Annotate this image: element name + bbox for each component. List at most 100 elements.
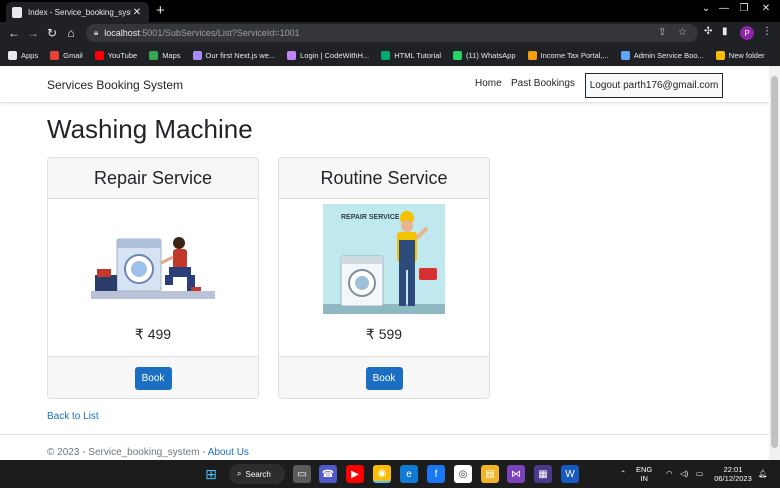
tab-title: Index - Service_booking_system [28, 7, 131, 17]
language-indicator[interactable]: ENG IN [636, 465, 652, 483]
card-footer: Book [48, 356, 258, 398]
new-tab-icon[interactable]: + [156, 3, 165, 18]
lock-icon[interactable]: 🔒︎ [94, 28, 98, 38]
about-us-link[interactable]: About Us [208, 447, 249, 458]
card-price: ₹ 499 [134, 326, 172, 342]
chevron-up-icon[interactable]: ⌃ [620, 469, 626, 478]
card-price: ₹ 599 [365, 326, 403, 342]
logout-button[interactable]: Logout parth176@gmail.com [585, 73, 723, 98]
browser-tab-strip: Index - Service_booking_system ✕ + ⌄ — ❐… [0, 0, 780, 22]
technician-routine-illustration: REPAIR SERVICE [323, 204, 445, 314]
chrome-icon[interactable]: ◉ [373, 465, 391, 483]
bookmark-label: New folder [728, 50, 765, 60]
bookmark-label: Our first Next.js we... [205, 50, 276, 60]
restore-icon[interactable]: ❐ [734, 3, 754, 14]
wifi-icon[interactable]: ◠ [666, 469, 673, 478]
bookmark-label: YouTube [107, 50, 138, 60]
notification-bell-icon[interactable]: 🔔︎ [758, 469, 768, 478]
site-navbar: Services Booking System Home Past Bookin… [0, 66, 769, 103]
bookmark-item[interactable]: YouTube [94, 50, 138, 60]
chevron-down-icon[interactable]: ⌄ [696, 3, 716, 14]
bookmark-item[interactable]: Gmail [50, 50, 83, 60]
page-footer: © 2023 - Service_booking_system - About … [47, 447, 249, 458]
repair-service-image [48, 199, 258, 319]
bookmark-item[interactable]: Admin Service Boo... [620, 50, 704, 60]
youtube-icon [94, 50, 104, 60]
gmail-icon [50, 50, 60, 60]
bookmark-item[interactable]: HTML Tutorial [381, 50, 442, 60]
page-viewport: Services Booking System Home Past Bookin… [0, 66, 769, 460]
page-favicon-icon [12, 6, 22, 18]
bookmarks-bar: Apps Gmail YouTube Maps Our first Next.js we… [0, 44, 780, 66]
taskbar-search-label: Search [245, 469, 271, 479]
book-button[interactable]: Book [134, 367, 172, 390]
apps-grid-icon [8, 50, 17, 60]
browser-tab[interactable]: Index - Service_booking_system ✕ [6, 2, 149, 22]
book-button[interactable]: Book [365, 367, 403, 390]
bookmark-label: Apps [21, 50, 39, 60]
back-to-list-link[interactable]: Back to List [47, 411, 99, 422]
volume-icon[interactable]: ◁) [680, 469, 688, 478]
extensions-icon[interactable]: ✣ [704, 26, 712, 37]
menu-icon[interactable]: ⋮ [762, 26, 772, 37]
bookmark-label: Admin Service Boo... [633, 50, 704, 60]
address-bar[interactable]: 🔒︎ localhost:5001/SubServices/List?Servi… [86, 24, 698, 42]
word-icon[interactable]: W [561, 465, 579, 483]
bookmark-item[interactable]: Login | CodeWithH... [287, 50, 369, 60]
url-path: :5001/SubServices/List?ServiceId=1001 [139, 28, 300, 38]
youtube-app-icon[interactable]: ▶ [346, 465, 364, 483]
close-tab-icon[interactable]: ✕ [131, 7, 143, 18]
forward-arrow-icon[interactable]: → [25, 25, 41, 41]
bookmark-item[interactable]: New folder [715, 50, 765, 60]
taskbar-search[interactable]: ⌕ Search [229, 464, 285, 484]
card-footer: Book [279, 356, 489, 398]
bookmark-item[interactable]: Apps [8, 50, 39, 60]
search-icon: ⌕ [237, 469, 242, 478]
service-card-repair: Repair Service ₹ 499 Book [47, 157, 259, 399]
card-title: Routine Service [279, 158, 489, 199]
profile-avatar[interactable]: P [740, 26, 754, 40]
bookmark-item[interactable]: Our first Next.js we... [192, 50, 276, 60]
clock-time: 22:01 [723, 465, 743, 474]
home-icon[interactable]: ⌂ [63, 25, 79, 41]
bookmark-item[interactable]: Maps [149, 50, 181, 60]
edge-icon[interactable]: e [400, 465, 418, 483]
task-view-icon[interactable]: ▭ [293, 465, 311, 483]
windows-taskbar: ⊞ ⌕ Search ▭ ☎ ▶ ◉ e f ◎ ▤ ⋈ ▦ W ⌃ ENG I… [0, 460, 780, 488]
back-arrow-icon[interactable]: ← [6, 25, 22, 41]
browser-toolbar: ← → ↻ ⌂ 🔒︎ localhost:5001/SubServices/Li… [0, 22, 780, 44]
battery-icon[interactable]: ▭ [696, 469, 703, 478]
clock[interactable]: 22:01 06/12/2023 [712, 465, 754, 483]
nav-home-link[interactable]: Home [475, 78, 502, 89]
bookmark-item[interactable]: Income Tax Portal,... [527, 50, 609, 60]
share-icon[interactable]: ⇪ [658, 27, 666, 38]
folder-icon [715, 50, 725, 60]
bookmark-label: (11) WhatsApp [466, 50, 516, 60]
app-icon[interactable]: ▦ [534, 465, 552, 483]
facebook-icon[interactable]: f [427, 465, 445, 483]
teams-icon[interactable]: ☎ [319, 465, 337, 483]
visual-studio-icon[interactable]: ⋈ [507, 465, 525, 483]
bookmark-star-icon[interactable]: ☆ [678, 27, 687, 38]
sidebar-icon[interactable]: ▮ [722, 26, 728, 37]
bookmark-item[interactable]: (11) WhatsApp [453, 50, 516, 60]
scrollbar-thumb[interactable] [771, 76, 778, 448]
nav-past-bookings-link[interactable]: Past Bookings [511, 78, 575, 89]
technician-repair-illustration [91, 237, 215, 299]
site-brand[interactable]: Services Booking System [47, 78, 183, 92]
close-window-icon[interactable]: ✕ [756, 3, 776, 14]
file-explorer-icon[interactable]: ▤ [481, 465, 499, 483]
app-icon[interactable]: ◎ [454, 465, 472, 483]
page-scrollbar[interactable] [769, 66, 780, 460]
bookmark-label: HTML Tutorial [394, 50, 442, 60]
footer-copyright: © 2023 - Service_booking_system - [47, 447, 208, 458]
maps-icon [149, 50, 159, 60]
routine-service-image: REPAIR SERVICE [279, 199, 489, 319]
reload-icon[interactable]: ↻ [44, 25, 60, 41]
card-title: Repair Service [48, 158, 258, 199]
minimize-icon[interactable]: — [714, 3, 734, 14]
whatsapp-icon [453, 50, 463, 60]
w3-icon [381, 50, 391, 60]
site-icon [192, 50, 202, 60]
windows-start-icon[interactable]: ⊞ [202, 465, 220, 483]
